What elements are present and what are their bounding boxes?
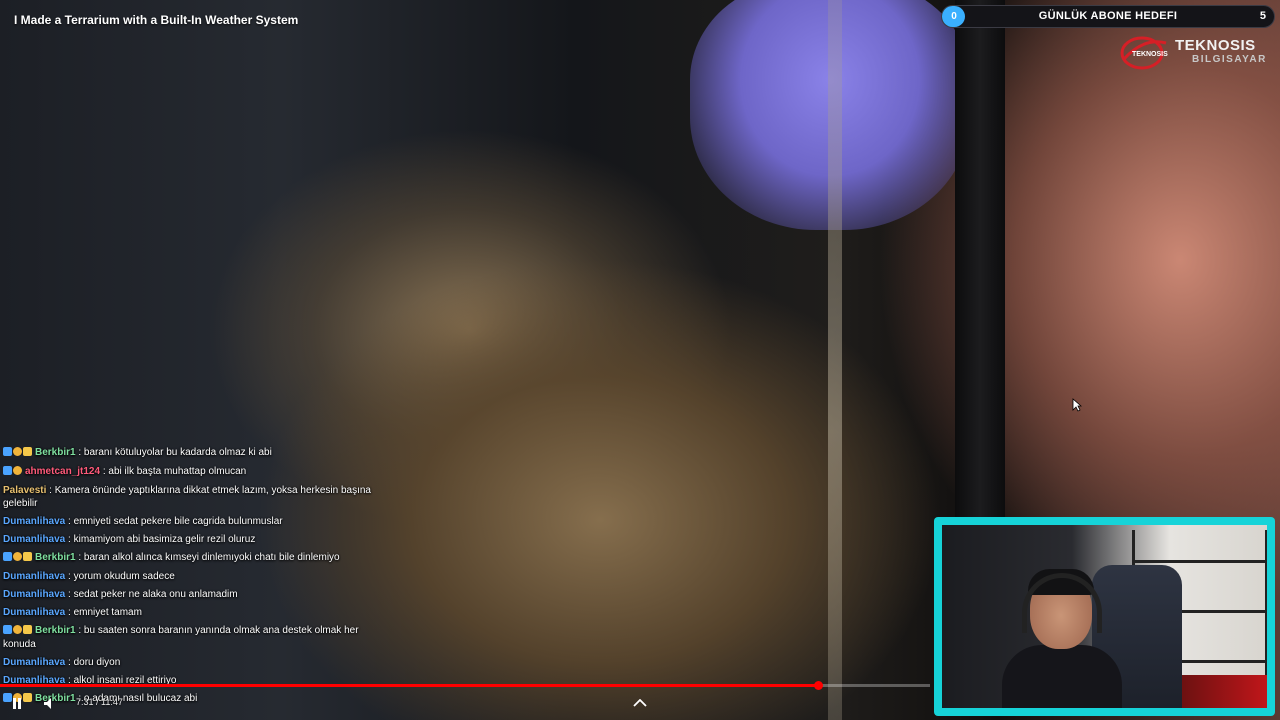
sponsor-subtitle: BILGISAYAR — [1192, 54, 1267, 65]
water-stream — [828, 0, 842, 720]
chat-separator: : — [75, 552, 84, 563]
chat-message: ahmetcan_jt124 : abi ilk başta muhattap … — [3, 465, 373, 479]
chat-username[interactable]: Berkbir1 — [35, 447, 76, 458]
sponsor-swoosh-icon: TEKNOSIS — [1120, 36, 1168, 70]
chat-message-text: baranı kötuluyolar bu kadarda olmaz ki a… — [83, 447, 272, 458]
chat-username[interactable]: ahmetcan_jt124 — [25, 466, 100, 477]
chat-badges — [3, 552, 33, 565]
red-led-strip — [1182, 675, 1267, 708]
chat-username[interactable]: Dumanlihava — [3, 589, 65, 600]
volume-icon[interactable] — [44, 698, 56, 709]
chat-message: Berkbir1 : o adamı nasıl bulucaz abi — [3, 692, 373, 706]
sponsor-name: TEKNOSIS — [1175, 37, 1256, 54]
video-progress-bar[interactable] — [0, 681, 930, 690]
chat-message: Berkbir1 : baran alkol alınca kımseyi di… — [3, 551, 373, 565]
chat-badges — [3, 625, 33, 638]
mod-badge-icon — [3, 447, 12, 456]
chat-separator: : — [65, 534, 74, 545]
video-time: 7:31 / 11:47 — [76, 697, 123, 707]
sub-badge-icon — [13, 552, 22, 561]
chat-message-text: kimamiyom abi basimiza gelir rezil oluru… — [73, 534, 256, 545]
gift-badge-icon — [23, 447, 32, 456]
chat-separator: : — [65, 571, 74, 582]
sponsor-logo: TEKNOSIS TEKNOSIS BILGISAYAR — [1118, 33, 1268, 73]
pause-icon[interactable] — [12, 698, 22, 709]
mod-badge-icon — [3, 625, 12, 634]
chat-message: Berkbir1 : baranı kötuluyolar bu kadarda… — [3, 446, 373, 460]
mod-badge-icon — [3, 552, 12, 561]
chat-separator: : — [65, 607, 74, 618]
chat-separator: : — [75, 447, 84, 458]
chat-message-text: emniyet tamam — [73, 607, 142, 618]
chat-username[interactable]: Dumanlihava — [3, 607, 65, 618]
chat-message: Dumanlihava : emniyeti sedat pekere bile… — [3, 515, 373, 528]
chat-separator: : — [75, 625, 84, 636]
chevron-up-icon[interactable] — [633, 699, 647, 707]
mouse-cursor-icon — [1072, 398, 1082, 412]
gift-badge-icon — [23, 552, 32, 561]
chat-username[interactable]: Berkbir1 — [35, 552, 76, 563]
chat-separator: : — [46, 485, 55, 496]
video-title[interactable]: I Made a Terrarium with a Built-In Weath… — [14, 13, 298, 27]
chat-username[interactable]: Dumanlihava — [3, 516, 65, 527]
mod-badge-icon — [3, 693, 12, 702]
chat-overlay: Berkbir1 : baranı kötuluyolar bu kadarda… — [3, 446, 373, 711]
goal-target-count: 5 — [1259, 10, 1266, 22]
chat-message-text: sedat peker ne alaka onu anlamadim — [73, 589, 238, 600]
chat-message-text: baran alkol alınca kımseyi dinlemıyoki c… — [83, 552, 340, 563]
sub-badge-icon — [13, 466, 22, 475]
webcam-frame — [934, 517, 1275, 716]
streamer-body — [1002, 645, 1122, 708]
chat-badges — [3, 447, 33, 460]
chat-username[interactable]: Palavesti — [3, 485, 46, 496]
chat-username[interactable]: Dumanlihava — [3, 657, 65, 668]
chat-message-text: abi ilk başta muhattap olmucan — [108, 466, 247, 477]
chat-message: Berkbir1 : bu saaten sonra baranın yanın… — [3, 624, 373, 651]
goal-label: GÜNLÜK ABONE HEDEFI — [1038, 10, 1178, 22]
chat-message: Palavesti : Kamera önünde yaptıklarına d… — [3, 484, 373, 510]
subscriber-goal-bar: 0 GÜNLÜK ABONE HEDEFI 5 — [941, 5, 1275, 28]
chat-message: Dumanlihava : kimamiyom abi basimiza gel… — [3, 533, 373, 546]
sub-badge-icon — [13, 625, 22, 634]
video-progress-fill — [0, 684, 819, 687]
terrarium-glass-edge — [955, 0, 1005, 520]
chat-message: Dumanlihava : sedat peker ne alaka onu a… — [3, 588, 373, 601]
mod-badge-icon — [3, 466, 12, 475]
chat-message-text: yorum okudum sadece — [73, 571, 175, 582]
chat-separator: : — [65, 516, 74, 527]
chat-message-text: emniyeti sedat pekere bile cagrida bulun… — [73, 516, 283, 527]
chat-badges — [3, 466, 23, 479]
chat-username[interactable]: Dumanlihava — [3, 534, 65, 545]
chat-message-text: Kamera önünde yaptıklarına dikkat etmek … — [3, 485, 371, 509]
svg-text:TEKNOSIS: TEKNOSIS — [1132, 51, 1168, 58]
gift-badge-icon — [23, 693, 32, 702]
chat-message: Dumanlihava : doru diyon — [3, 656, 373, 669]
chat-separator: : — [65, 657, 74, 668]
chat-message: Dumanlihava : emniyet tamam — [3, 606, 373, 619]
chat-separator: : — [65, 589, 74, 600]
chat-username[interactable]: Berkbir1 — [35, 625, 76, 636]
chat-message-text: doru diyon — [73, 657, 121, 668]
chat-message: Dumanlihava : yorum okudum sadece — [3, 570, 373, 583]
chat-username[interactable]: Dumanlihava — [3, 571, 65, 582]
webcam-video — [942, 525, 1267, 708]
gift-badge-icon — [23, 625, 32, 634]
sub-badge-icon — [13, 447, 22, 456]
